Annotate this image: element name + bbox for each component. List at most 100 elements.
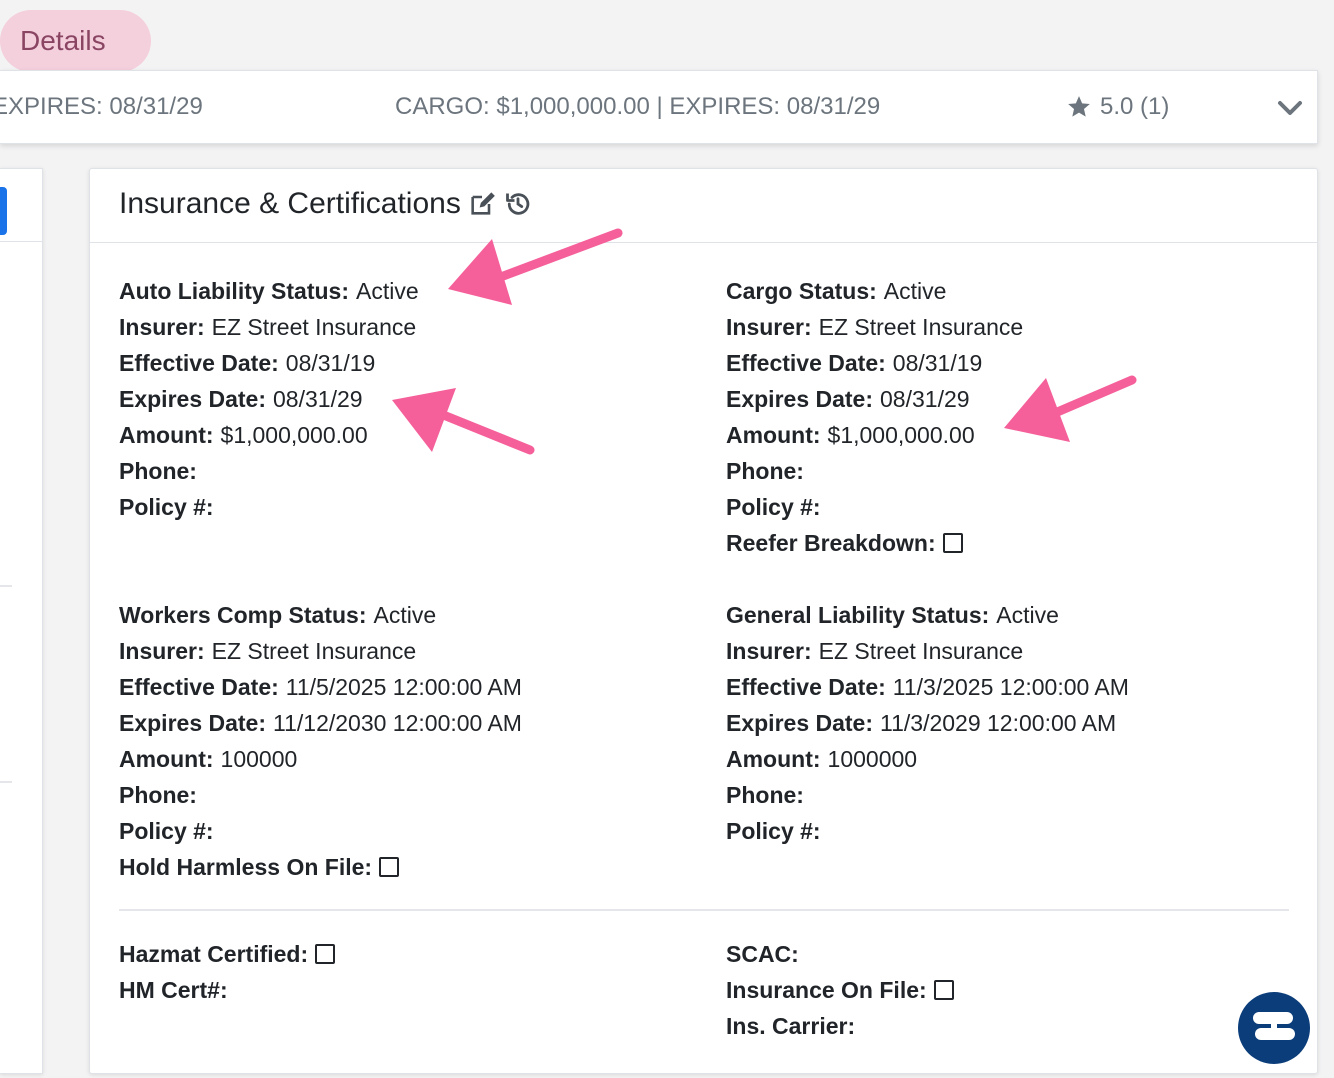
field-label: Policy #: (119, 818, 214, 844)
field-label: Effective Date: (119, 674, 279, 700)
cargo-insurer-row: Insurer: EZ Street Insurance (726, 309, 1023, 345)
field-label: Policy #: (726, 818, 821, 844)
field-label: Effective Date: (726, 674, 886, 700)
general-effective-value: 11/3/2025 12:00:00 AM (892, 674, 1129, 700)
auto-effective-row: Effective Date: 08/31/19 (119, 345, 419, 381)
rating-value: 5.0 (1) (1100, 93, 1170, 120)
field-label: Reefer Breakdown: (726, 530, 936, 556)
chevron-down-icon[interactable] (1275, 93, 1305, 123)
workers-phone-row: Phone: (119, 777, 522, 813)
field-label: HM Cert#: (119, 977, 228, 1003)
summary-cargo: CARGO: $1,000,000.00 | EXPIRES: 08/31/29 (395, 93, 881, 120)
carrier-section: SCAC: Insurance On File: Ins. Carrier: (726, 936, 954, 1044)
auto-policy-row: Policy #: (119, 489, 419, 525)
card-title-text: Insurance & Certifications (119, 187, 461, 220)
left-panel-divider (0, 241, 42, 242)
field-label: Phone: (119, 458, 197, 484)
workers-effective-value: 11/5/2025 12:00:00 AM (285, 674, 522, 700)
cargo-insurer-value: EZ Street Insurance (818, 314, 1024, 340)
general-insurer-row: Insurer: EZ Street Insurance (726, 633, 1129, 669)
hmcert-row: HM Cert#: (119, 972, 335, 1008)
workers-policy-row: Policy #: (119, 813, 522, 849)
field-label: Insurer: (726, 314, 812, 340)
cargo-expires-row: Expires Date: 08/31/29 (726, 381, 1023, 417)
general-policy-row: Policy #: (726, 813, 1129, 849)
chat-button[interactable] (1238, 992, 1310, 1064)
hold-harmless-checkbox[interactable] (379, 857, 400, 877)
field-label: Expires Date: (726, 710, 874, 736)
workers-amount-row: Amount: 100000 (119, 741, 522, 777)
cargo-amount-row: Amount: $1,000,000.00 (726, 417, 1023, 453)
auto-liability-section: Auto Liability Status: Active Insurer: EZ … (119, 273, 419, 525)
general-expires-value: 11/3/2029 12:00:00 AM (880, 710, 1117, 736)
field-label: Effective Date: (726, 350, 886, 376)
cargo-reefer-row: Reefer Breakdown: (726, 525, 1023, 561)
scac-row: SCAC: (726, 936, 954, 972)
workers-status-value: Active (373, 602, 437, 628)
general-amount-row: Amount: 1000000 (726, 741, 1129, 777)
star-icon (1068, 96, 1090, 117)
cargo-phone-row: Phone: (726, 453, 1023, 489)
details-tab[interactable]: Details (0, 10, 151, 72)
field-label: General Liability Status: (726, 602, 990, 628)
field-label: Insurer: (119, 314, 205, 340)
insurance-card: Insurance & Certifications Auto Liabilit… (89, 168, 1318, 1074)
card-header: Insurance & Certifications (90, 169, 1317, 243)
hazmat-checkbox[interactable] (315, 944, 336, 964)
general-insurer-value: EZ Street Insurance (818, 638, 1024, 664)
hazmat-section: Hazmat Certified: HM Cert#: (119, 936, 336, 1008)
workers-expires-row: Expires Date: 11/12/2030 12:00:00 AM (119, 705, 522, 741)
auto-status-row: Auto Liability Status: Active (119, 273, 419, 309)
field-label: Amount: (726, 746, 821, 772)
field-label: Policy #: (726, 494, 821, 520)
ins-on-file-row: Insurance On File: (726, 972, 954, 1008)
summary-bar[interactable]: EXPIRES: 08/31/29 CARGO: $1,000,000.00 |… (0, 70, 1318, 144)
field-label: SCAC: (726, 941, 799, 967)
general-status-row: General Liability Status: Active (726, 597, 1129, 633)
field-label: Expires Date: (119, 710, 267, 736)
field-label: Hazmat Certified: (119, 941, 309, 967)
workers-status-row: Workers Comp Status: Active (119, 597, 522, 633)
left-panel (0, 168, 43, 1074)
field-label: Expires Date: (726, 386, 874, 412)
history-icon[interactable] (503, 189, 533, 219)
insurance-on-file-checkbox[interactable] (933, 980, 954, 1000)
field-label: Insurer: (726, 638, 812, 664)
left-panel-button[interactable] (0, 187, 7, 235)
field-label: Phone: (726, 458, 804, 484)
general-liability-section: General Liability Status: Active Insurer:… (726, 597, 1129, 849)
general-expires-row: Expires Date: 11/3/2029 12:00:00 AM (726, 705, 1129, 741)
field-label: Phone: (119, 782, 197, 808)
field-label: Phone: (726, 782, 804, 808)
auto-insurer-value: EZ Street Insurance (211, 314, 417, 340)
auto-effective-value: 08/31/19 (285, 350, 376, 376)
cargo-effective-row: Effective Date: 08/31/19 (726, 345, 1023, 381)
field-label: Policy #: (119, 494, 214, 520)
workers-expires-value: 11/12/2030 12:00:00 AM (273, 710, 522, 736)
left-panel-line (0, 781, 12, 783)
field-label: Workers Comp Status: (119, 602, 367, 628)
reefer-breakdown-checkbox[interactable] (942, 533, 963, 553)
hazmat-row: Hazmat Certified: (119, 936, 336, 972)
card-title: Insurance & Certifications (119, 187, 533, 221)
cargo-status-row: Cargo Status: Active (726, 273, 1023, 309)
auto-amount-row: Amount: $1,000,000.00 (119, 417, 419, 453)
general-amount-value: 1000000 (827, 746, 918, 772)
workers-hold-row: Hold Harmless On File: (119, 849, 522, 885)
section-divider (119, 909, 1289, 911)
summary-expires: EXPIRES: 08/31/29 (0, 93, 203, 120)
cargo-effective-value: 08/31/19 (892, 350, 983, 376)
ins-carrier-row: Ins. Carrier: (726, 1008, 954, 1044)
general-status-value: Active (996, 602, 1059, 628)
field-label: Expires Date: (119, 386, 267, 412)
details-tab-label: Details (20, 25, 106, 56)
workers-amount-value: 100000 (220, 746, 298, 772)
general-phone-row: Phone: (726, 777, 1129, 813)
field-label: Amount: (726, 422, 821, 448)
workers-effective-row: Effective Date: 11/5/2025 12:00:00 AM (119, 669, 522, 705)
cargo-section: Cargo Status: Active Insurer: EZ Street In… (726, 273, 1023, 561)
field-label: Effective Date: (119, 350, 279, 376)
field-label: Amount: (119, 746, 214, 772)
left-panel-line (0, 585, 12, 587)
edit-icon[interactable] (467, 189, 497, 219)
